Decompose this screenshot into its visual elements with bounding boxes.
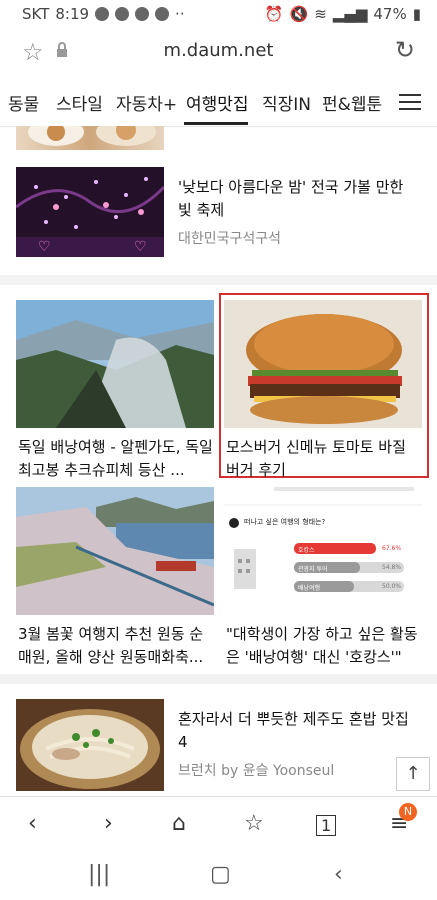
tab-fun-webtoon[interactable]: 펀&웹툰 [322,90,382,115]
tab-travel-food[interactable]: 여행맛집 [186,90,249,115]
home-button-icon[interactable]: ▢ [210,862,231,887]
scroll-top-button[interactable]: ↑ [396,757,430,791]
url-text[interactable]: m.daum.net [0,40,437,61]
infographic-question: 떠나고 싶은 여행의 형태는? [244,518,326,526]
infographic-label: 관광지 투어 [298,566,328,573]
article-title[interactable]: '낮보다 아름다운 밤' 전국 가볼 만한 빛 축제 [178,176,418,222]
article-title[interactable]: 3월 봄꽃 여행지 추천 원동 순매원, 올해 양산 원동매화축... [18,623,214,669]
infographic-label: 호캉스 [298,547,315,554]
browser-toolbar: ‹ › ⌂ ☆ 1 ≡ N [0,796,437,853]
article-thumbnail-infographic[interactable]: 떠나고 싶은 여행의 형태는? 호캉스 67.6% 관광지 투어 54.8% 배… [224,487,422,615]
infographic-label: 배낭여행 [298,585,321,592]
active-tab-indicator [184,122,248,125]
infographic-value: 50.0% [382,583,402,590]
battery-level: 47% [373,5,407,23]
tab-animals[interactable]: 동물 [8,90,39,115]
infographic-value: 54.8% [382,564,402,571]
svg-text:♡: ♡ [38,239,51,255]
wifi-icon: ≋ [314,5,327,23]
system-navigation: ||| ▢ ‹ [0,852,437,900]
article-thumbnail-light-festival[interactable]: ♡ ♡ [16,167,164,257]
signal-icon: ▂▄▆ [332,5,368,23]
tab-style[interactable]: 스타일 [56,90,103,115]
more-icon: ·· [175,5,185,23]
reload-icon[interactable]: ↻ [395,36,415,64]
talk-icon [115,7,130,21]
menu-icon[interactable] [399,94,421,115]
bookmarks-icon[interactable]: ☆ [244,811,264,836]
url-bar: ☆ m.daum.net ↻ [0,28,437,76]
article-title[interactable]: 모스버거 신메뉴 토마토 바질 버거 후기 [226,436,422,482]
article-source: 브런치 by 윤슬 Yoonseul [178,763,335,779]
article-title[interactable]: "대학생이 가장 하고 싶은 활동은 '배낭여행' 대신 '호캉스'" [226,623,422,669]
c-icon [135,7,150,21]
tabs-icon[interactable]: 1 [316,815,337,836]
article-thumbnail-noodles[interactable] [16,699,164,791]
article-source: 대한민국구석구석 [178,231,282,247]
svg-text:♡: ♡ [134,239,147,255]
settings-icon [155,7,170,21]
carrier: SKT [22,5,50,23]
infographic-value: 67.6% [382,545,402,552]
forward-icon[interactable]: › [104,811,113,836]
article-thumbnail-food[interactable] [16,126,164,150]
section-divider [0,275,437,285]
home-icon[interactable]: ⌂ [172,811,186,836]
article-title[interactable]: 혼자라서 더 뿌듯한 제주도 혼밥 맛집 4 [178,708,418,754]
status-bar: SKT 8:19 ·· ⏰ 🔇 ≋ ▂▄▆ 47% ▮ [0,0,437,28]
notification-badge: N [399,803,417,821]
alarm-icon: ⏰ [264,5,284,23]
back-button-icon[interactable]: ‹ [334,862,343,887]
article-thumbnail-spring-flowers[interactable] [16,487,214,615]
section-divider [0,674,437,684]
tab-work[interactable]: 직장IN [262,90,311,115]
mute-icon: 🔇 [289,5,309,23]
article-thumbnail-alps[interactable] [16,300,214,428]
battery-icon: ▮ [412,5,421,23]
message-icon [95,7,110,21]
back-icon[interactable]: ‹ [28,811,37,836]
category-tabs: 동물 스타일 자동차+ 여행맛집 직장IN 펀&웹툰 [0,76,437,127]
article-thumbnail-burger[interactable] [224,300,422,428]
article-title[interactable]: 독일 배낭여행 - 알펜가도, 독일 최고봉 추크슈피체 등산 ... [18,436,214,482]
time: 8:19 [55,5,90,23]
tab-cars[interactable]: 자동차+ [116,90,177,115]
recent-apps-icon[interactable]: ||| [88,862,110,887]
